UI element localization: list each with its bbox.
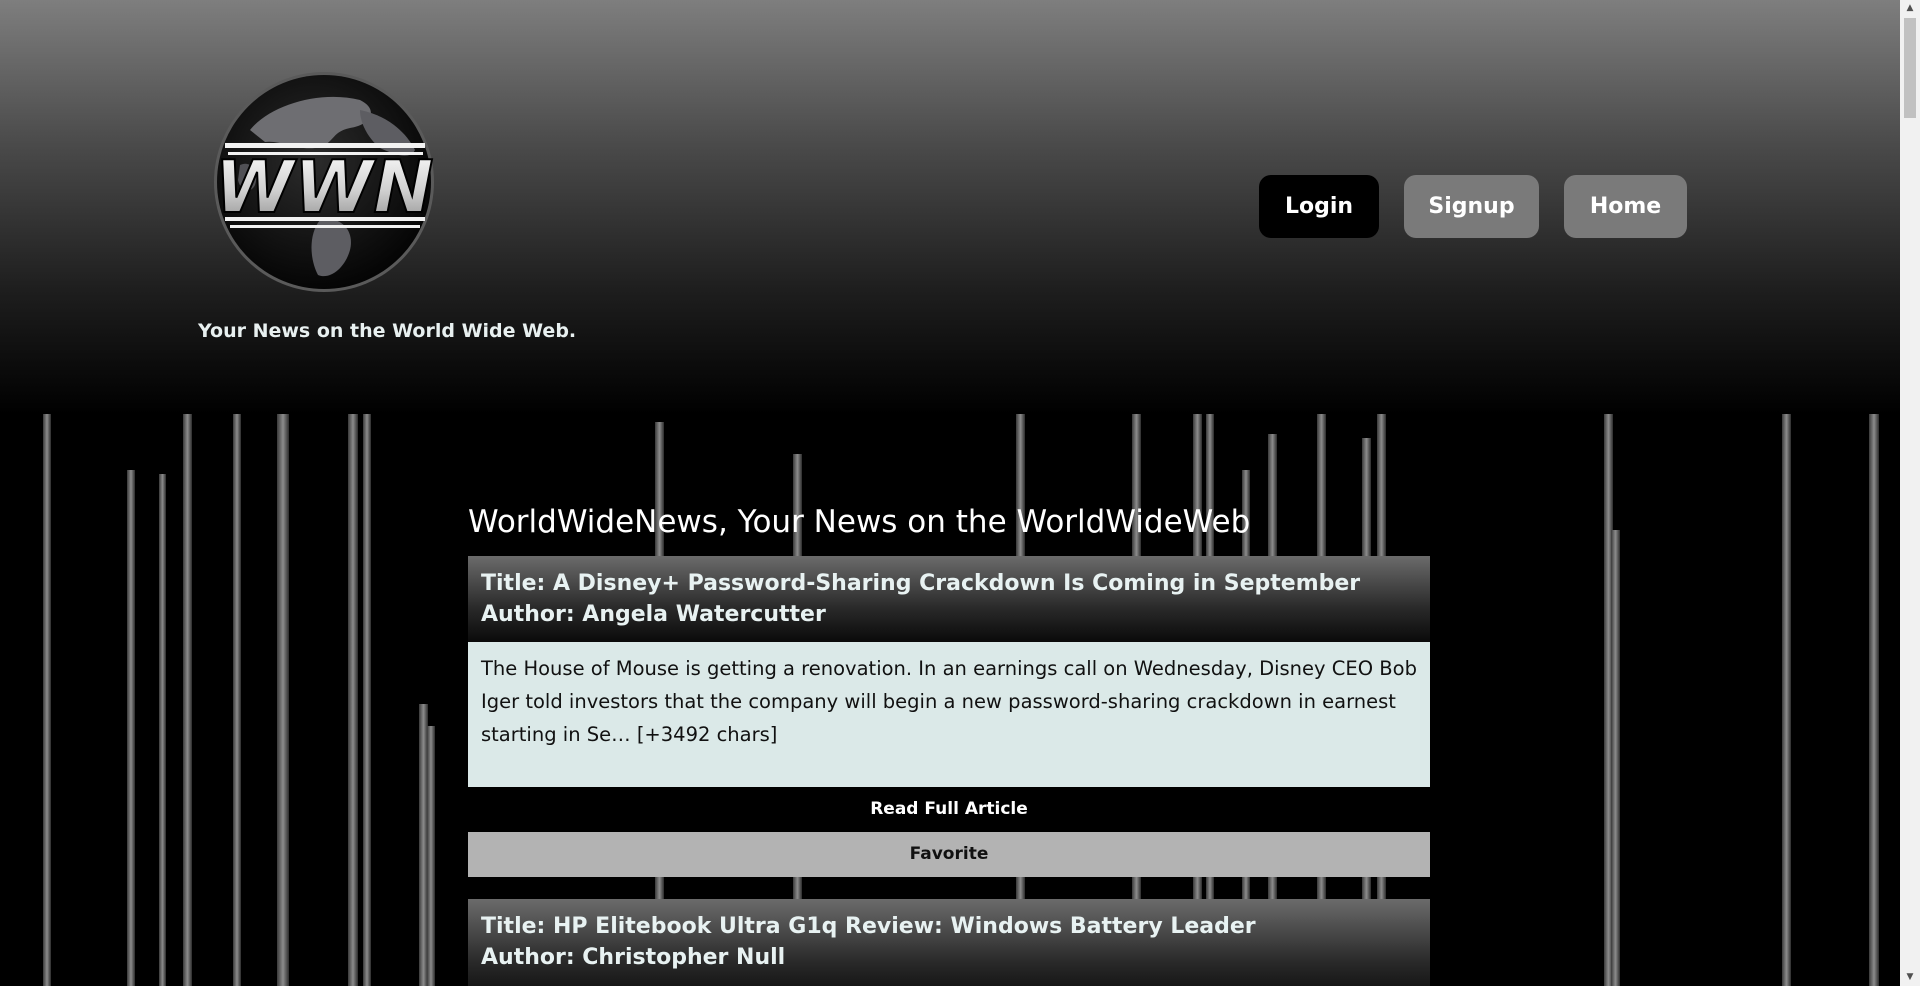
article-card: Title: A Disney+ Password-Sharing Crackd… — [468, 556, 1430, 877]
article-card: Title: HP Elitebook Ultra G1q Review: Wi… — [468, 899, 1430, 986]
article-title: Title: A Disney+ Password-Sharing Crackd… — [481, 571, 1361, 596]
svg-text:WWN: WWN — [214, 145, 433, 229]
favorite-button[interactable]: Favorite — [468, 832, 1430, 877]
scroll-up-arrow-icon[interactable]: ▲ — [1900, 0, 1920, 17]
vertical-scrollbar[interactable]: ▲ ▼ — [1900, 0, 1920, 986]
scroll-down-arrow-icon[interactable]: ▼ — [1900, 969, 1920, 986]
article-header: Title: HP Elitebook Ultra G1q Review: Wi… — [468, 899, 1430, 986]
article-header: Title: A Disney+ Password-Sharing Crackd… — [468, 556, 1430, 642]
login-button[interactable]: Login — [1259, 175, 1379, 238]
page: WWN Your News on the World Wide Web. Log… — [0, 0, 1900, 986]
wwn-logo[interactable]: WWN — [210, 70, 438, 294]
site-tagline: Your News on the World Wide Web. — [198, 320, 577, 342]
article-author: Author: Christopher Null — [481, 945, 786, 970]
article-author: Author: Angela Watercutter — [481, 602, 826, 627]
article-description: The House of Mouse is getting a renovati… — [468, 642, 1430, 787]
read-full-article-button[interactable]: Read Full Article — [468, 787, 1430, 832]
page-title: WorldWideNews, Your News on the WorldWid… — [468, 504, 1251, 540]
news-feed: WorldWideNews, Your News on the WorldWid… — [468, 498, 1430, 986]
globe-logo-icon: WWN — [213, 72, 435, 292]
site-header: WWN Your News on the World Wide Web. Log… — [0, 0, 1900, 414]
scrollbar-thumb[interactable] — [1904, 18, 1916, 118]
article-title: Title: HP Elitebook Ultra G1q Review: Wi… — [481, 914, 1256, 939]
signup-button[interactable]: Signup — [1404, 175, 1539, 238]
main-nav: Login Signup Home — [1259, 175, 1687, 238]
home-button[interactable]: Home — [1564, 175, 1687, 238]
